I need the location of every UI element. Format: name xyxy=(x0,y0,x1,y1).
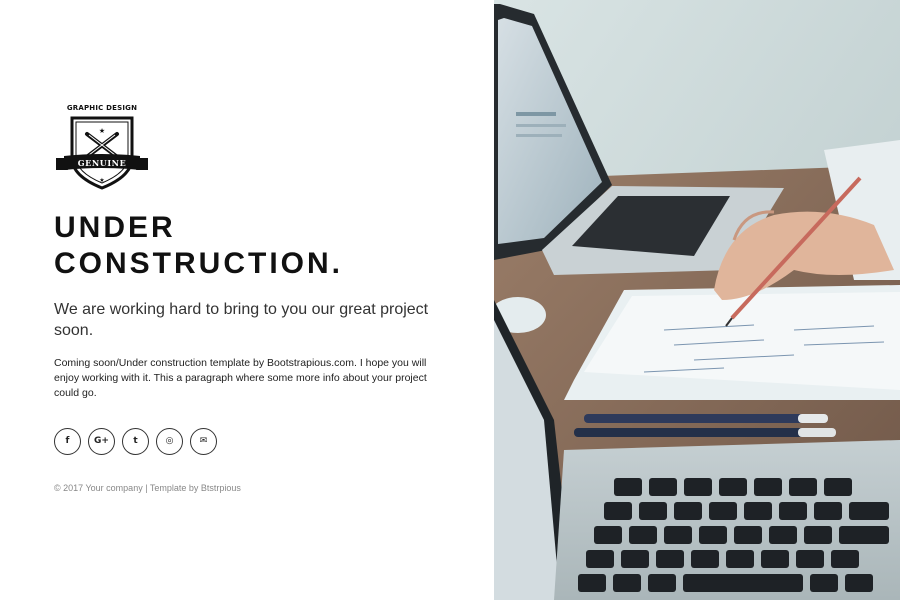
shield-icon: ★ ★ xyxy=(56,116,148,190)
svg-text:★: ★ xyxy=(99,127,105,135)
social-links: f G+ t ◎ ✉ xyxy=(54,428,217,455)
desk-laptops-photo xyxy=(494,0,900,600)
footer-text: © 2017 Your company | Template by Btstrp… xyxy=(54,483,241,493)
hero-photo xyxy=(494,0,900,600)
page-title-line-2: CONSTRUCTION. xyxy=(54,247,343,280)
facebook-link[interactable]: f xyxy=(54,428,81,455)
lead-text: We are working hard to bring to you our … xyxy=(54,301,429,339)
instagram-icon: ◎ xyxy=(165,436,174,446)
twitter-icon: t xyxy=(133,436,138,446)
page: GRAPHIC DESIGN ★ ★ GENUINE UNDER CONSTRU… xyxy=(0,0,900,600)
email-link[interactable]: ✉ xyxy=(190,428,217,455)
logo-ribbon-text: GENUINE xyxy=(77,158,127,168)
google-plus-link[interactable]: G+ xyxy=(88,428,115,455)
graphic-design-logo: GRAPHIC DESIGN ★ ★ GENUINE xyxy=(54,104,150,190)
google-plus-icon: G+ xyxy=(94,436,109,446)
svg-text:★: ★ xyxy=(99,177,104,184)
instagram-link[interactable]: ◎ xyxy=(156,428,183,455)
envelope-icon: ✉ xyxy=(199,436,208,446)
twitter-link[interactable]: t xyxy=(122,428,149,455)
logo-top-text: GRAPHIC DESIGN xyxy=(66,104,138,112)
facebook-icon: f xyxy=(65,436,70,446)
page-title-line-1: UNDER xyxy=(54,211,176,244)
page-title: UNDER CONSTRUCTION. xyxy=(54,210,343,282)
content-panel: GRAPHIC DESIGN ★ ★ GENUINE UNDER CONSTRU… xyxy=(0,0,494,600)
description-text: Coming soon/Under construction template … xyxy=(54,357,427,399)
